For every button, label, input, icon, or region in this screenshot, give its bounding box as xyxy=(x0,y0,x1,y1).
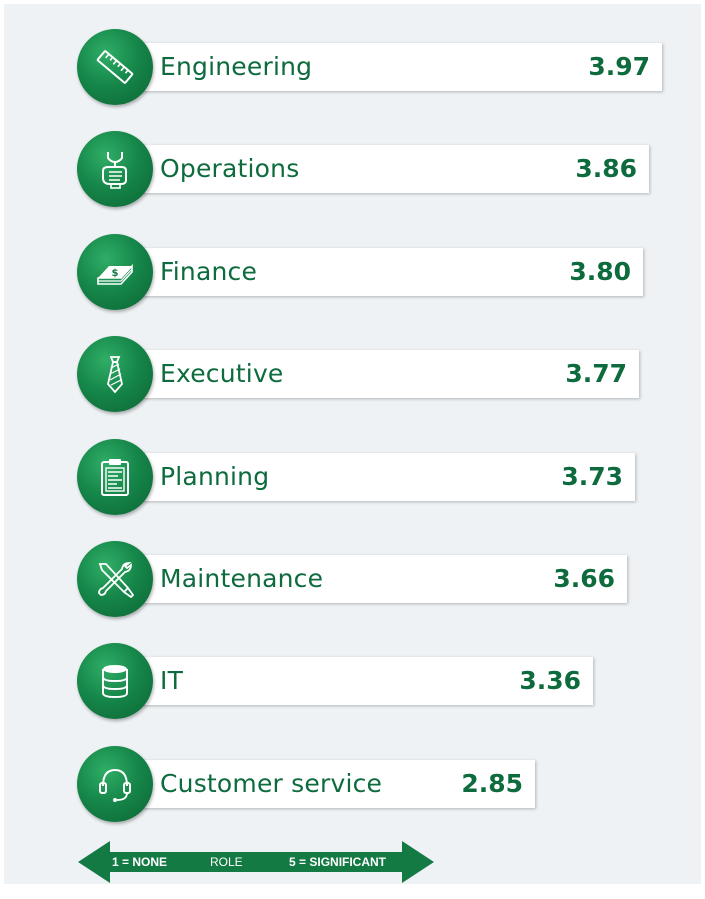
value-label: 3.73 xyxy=(561,461,623,491)
value-label: 3.80 xyxy=(569,256,631,286)
chart-panel: Engineering 3.97 Operations 3.86 Finance 3.80… xyxy=(4,4,701,884)
money-stack-icon: $ xyxy=(97,263,133,285)
tools-icon xyxy=(98,562,135,599)
clipboard-icon xyxy=(101,458,129,496)
value-label: 3.77 xyxy=(565,359,627,389)
rating-scale: 1 = NONE ROLE 5 = SIGNIFICANT xyxy=(78,841,434,883)
ruler-icon xyxy=(96,50,134,84)
category-label: Engineering xyxy=(160,52,313,81)
bar-engineering: Engineering 3.97 xyxy=(115,43,662,91)
icon-badge xyxy=(77,643,153,720)
icon-badge xyxy=(77,745,153,822)
category-label: Customer service xyxy=(160,768,383,798)
scale-min-label: 1 = NONE xyxy=(112,855,168,869)
value-label: 2.85 xyxy=(461,768,523,798)
icon-badge: $ xyxy=(77,233,153,310)
bar-operations: Operations 3.86 xyxy=(115,145,649,194)
category-label: Planning xyxy=(160,461,270,491)
bar-finance: Finance 3.80 xyxy=(115,247,643,296)
category-label: Executive xyxy=(160,359,284,389)
icon-badge xyxy=(77,29,153,105)
value-label: 3.66 xyxy=(553,564,615,593)
scale-center-label: ROLE xyxy=(210,855,243,869)
bar-it: IT 3.36 xyxy=(115,657,593,706)
database-icon xyxy=(102,665,128,699)
icon-badge xyxy=(77,336,153,413)
category-label: Finance xyxy=(160,256,258,286)
value-label: 3.36 xyxy=(519,666,581,696)
headset-icon xyxy=(99,768,131,802)
bar-executive: Executive 3.77 xyxy=(115,350,639,399)
wrench-hand-icon xyxy=(102,152,127,190)
value-label: 3.86 xyxy=(575,154,637,184)
scale-max-label: 5 = SIGNIFICANT xyxy=(289,855,387,869)
svg-text:$: $ xyxy=(112,268,119,279)
bar-maintenance: Maintenance 3.66 xyxy=(115,555,627,603)
icon-badge xyxy=(77,438,153,515)
bar-planning: Planning 3.73 xyxy=(115,452,635,501)
icon-badge xyxy=(77,131,153,208)
bar-customer-service: Customer service 2.85 xyxy=(115,759,535,808)
category-label: Operations xyxy=(160,154,300,184)
category-label: Maintenance xyxy=(160,564,324,593)
category-label: IT xyxy=(160,666,184,696)
value-label: 3.97 xyxy=(588,52,650,81)
icon-badge xyxy=(77,541,153,617)
necktie-icon xyxy=(107,356,123,394)
